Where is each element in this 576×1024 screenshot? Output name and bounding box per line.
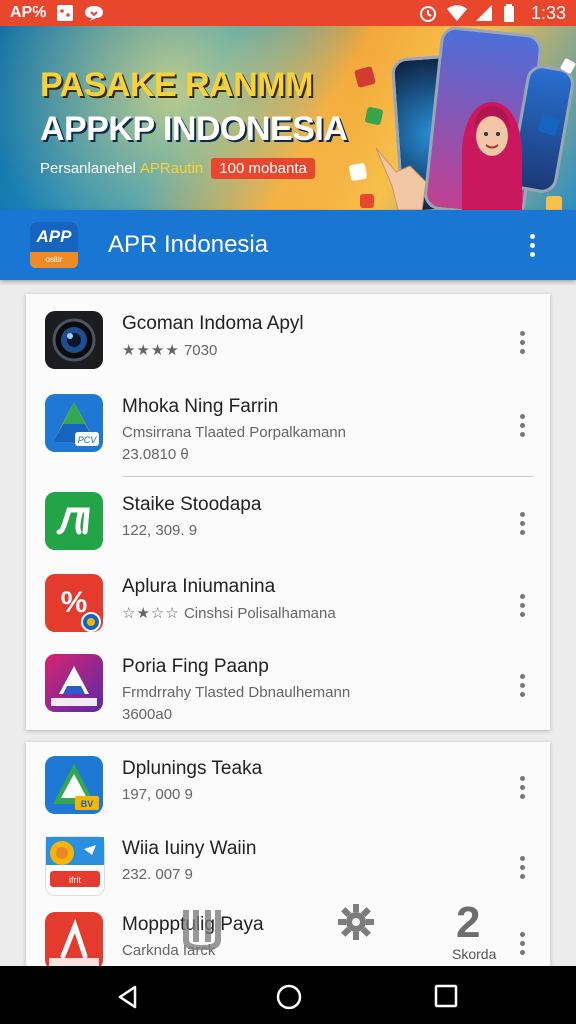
status-bar: AP℅ 1:33 <box>0 0 576 26</box>
floating-app-icons <box>349 58 576 210</box>
more-options-icon[interactable] <box>520 331 526 354</box>
notification-icon <box>56 4 74 22</box>
chat-icon <box>84 4 104 22</box>
list-divider <box>122 476 534 477</box>
more-options-icon[interactable] <box>520 512 526 535</box>
list-item[interactable]: PCV Mhoka Ning Farrin Cmsirrana Tlaated … <box>26 394 550 472</box>
social-app-icon: ifrit <box>45 836 105 896</box>
banner-title-line2: APPKP INDONESIA <box>40 110 348 148</box>
banner-subtitle-text: Persanlanehel <box>40 160 136 177</box>
app-bar: APP ositir APR Indonesia <box>0 210 576 280</box>
status-time: 1:33 <box>530 2 566 23</box>
app-downloads: 232. 007 9 <box>122 866 193 883</box>
app-name: Mhoka Ning Farrin <box>122 396 279 417</box>
app-rating: ☆★☆☆ Cinshsi Polisalhamana <box>122 604 336 622</box>
app-description: Cinshsi Polisalhamana <box>183 605 336 622</box>
list-item[interactable]: Gcoman Indoma Apyl ★★★★ 7030 <box>26 311 550 389</box>
red-lambda-app-icon <box>45 912 103 970</box>
star-rating: ★★★★ <box>122 342 180 359</box>
svg-text:PCV: PCV <box>78 435 98 445</box>
triangle-app-icon: PCV <box>45 394 103 452</box>
recents-icon[interactable] <box>434 984 458 1008</box>
more-options-icon[interactable] <box>520 776 526 799</box>
app-name: Wiia Iuiny Waiin <box>122 838 257 859</box>
more-options-icon[interactable] <box>520 856 526 879</box>
app-downloads: 197, 000 9 <box>122 786 193 803</box>
overflow-menu-icon[interactable] <box>530 233 536 257</box>
banner-subtitle: Persanlanehel APRautin 100 mobanta <box>40 158 315 179</box>
triangle-blue-app-icon: BV <box>45 756 103 814</box>
app-downloads: 122, 309. 9 <box>122 522 198 539</box>
more-options-icon[interactable] <box>520 594 526 617</box>
more-options-icon[interactable] <box>520 414 526 437</box>
list-item[interactable]: Poria Fing Paanp Frmdrrahy Tlasted Dbnau… <box>26 654 550 732</box>
app-description: Cmsirrana Tlaated Porpalkamann <box>122 424 346 441</box>
system-navigation-bar <box>0 966 576 1024</box>
app-downloads: 23.0810 θ <box>122 446 189 463</box>
home-shortcut-icon[interactable] <box>182 906 222 950</box>
percent-app-icon: % <box>45 574 103 632</box>
svg-text:%: % <box>61 586 88 619</box>
home-icon[interactable] <box>275 983 303 1011</box>
music-app-icon <box>45 492 103 550</box>
app-name: Dplunings Teaka <box>122 758 263 779</box>
more-options-icon[interactable] <box>520 932 526 955</box>
app-list-card-secondary: BV Dplunings Teaka 197, 000 9 ifrit Wiia… <box>26 742 550 972</box>
app-name: Poria Fing Paanp <box>122 656 269 677</box>
banner-subtitle-highlight: APRautin <box>139 160 204 177</box>
back-icon[interactable] <box>115 984 141 1010</box>
settings-gear-icon[interactable] <box>336 902 376 942</box>
more-options-icon[interactable] <box>520 674 526 697</box>
list-item[interactable]: % Aplura Iniumanina ☆★☆☆ Cinshsi Polisal… <box>26 574 550 652</box>
app-list-card: Gcoman Indoma Apyl ★★★★ 7030 PCV Mhoka N… <box>26 294 550 730</box>
list-item[interactable]: Staike Stoodapa 122, 309. 9 <box>26 492 550 570</box>
app-rating: ★★★★ 7030 <box>122 341 217 359</box>
app-logo-subtext: ositir <box>30 252 78 268</box>
svg-text:BV: BV <box>81 799 94 809</box>
app-description: Frmdrrahy Tlasted Dbnaulhemann <box>122 684 351 701</box>
list-item[interactable]: ifrit Wiia Iuiny Waiin 232. 007 9 <box>26 836 550 914</box>
app-logo[interactable]: APP ositir <box>30 222 78 268</box>
banner-title-line1: PASAKE RANMM <box>40 66 313 104</box>
signal-icon <box>475 4 493 22</box>
alarm-icon <box>419 4 437 22</box>
star-rating: ☆★☆☆ <box>122 605 180 622</box>
banner-pill: 100 mobanta <box>211 158 315 179</box>
status-left-label: AP℅ <box>10 4 47 21</box>
app-title: APR Indonesia <box>108 231 269 258</box>
app-name: Gcoman Indoma Apyl <box>122 313 304 334</box>
app-name: Aplura Iniumanina <box>122 576 276 597</box>
app-review-count: 7030 <box>183 342 218 359</box>
app-downloads: 3600a0 <box>122 706 173 723</box>
camera-app-icon <box>45 311 103 369</box>
wifi-icon <box>446 4 467 22</box>
app-name: Staike Stoodapa <box>122 494 262 515</box>
app-logo-text: APP <box>30 222 78 252</box>
promo-banner[interactable]: PASAKE RANMM APPKP INDONESIA Persanlaneh… <box>0 26 576 210</box>
svg-text:ifrit: ifrit <box>69 875 81 885</box>
battery-icon <box>503 4 521 22</box>
list-item[interactable]: BV Dplunings Teaka 197, 000 9 <box>26 756 550 834</box>
magenta-app-icon <box>45 654 103 712</box>
